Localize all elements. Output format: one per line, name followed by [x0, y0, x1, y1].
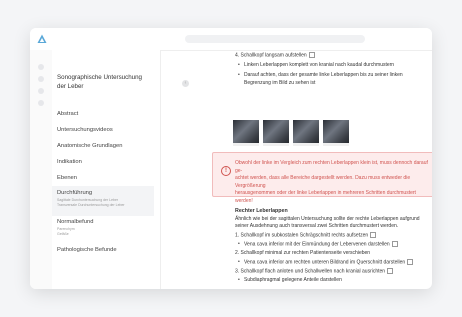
warning-box: ! Obwohl der linke im Vergleich zum rech…	[212, 152, 432, 204]
rail-dot-icon[interactable]	[38, 100, 44, 106]
image-icon[interactable]	[391, 241, 398, 247]
step-3-bullet: Subdiaphragmal gelegene Anteile darstell…	[238, 277, 342, 284]
step-4-bullet-cont: Begrenzung im Bild zu sehen ist	[244, 80, 316, 86]
warning-text: Obwohl der linke im Vergleich zum rechte…	[235, 160, 428, 204]
toc-item-indication[interactable]: Indikation	[57, 158, 157, 167]
ultrasound-thumbnail[interactable]	[233, 120, 259, 146]
step-4: 4. Schallkopf langsam aufstellen	[235, 52, 315, 59]
step-1: 1. Schallkopf im subkostalen Schrägschni…	[235, 232, 377, 239]
toc-item-normal[interactable]: Normalbefund Parenchym Gefäße	[57, 218, 157, 237]
toc-item-abstract[interactable]: Abstract	[57, 110, 157, 119]
ultrasound-thumbnail[interactable]	[263, 120, 289, 146]
toc-subitem[interactable]: Transversale Durchuntersuchung der Leber	[57, 203, 154, 208]
toc-item-procedure[interactable]: Durchführung Sagittale Durchuntersuchung…	[52, 186, 154, 216]
step-2-bullet: Vena cava inferior am rechten unteren Bi…	[238, 259, 414, 266]
toc-item-planes[interactable]: Ebenen	[57, 174, 157, 183]
step-4-bullet: Darauf achten, dass der gesamte linke Le…	[238, 72, 403, 79]
app-window: Sonographische Untersuchung der Leber Ab…	[30, 28, 432, 289]
image-icon[interactable]	[308, 52, 315, 58]
article-content: 4. Schallkopf langsam aufstellen Linken …	[160, 50, 432, 289]
toc-subitem[interactable]: Gefäße	[57, 232, 157, 237]
step-2: 2. Schallkopf minimal zur rechten Patien…	[235, 250, 371, 256]
image-icon[interactable]	[387, 268, 394, 274]
rail-dot-icon[interactable]	[38, 88, 44, 94]
toc-item-anatomy[interactable]: Anatomische Grundlagen	[57, 142, 157, 151]
rail-dot-icon[interactable]	[38, 76, 44, 82]
image-icon[interactable]	[407, 259, 414, 265]
table-of-contents: Sonographische Untersuchung der Leber Ab…	[52, 50, 161, 289]
section-heading: Rechter Leberlappen	[235, 208, 288, 214]
toc-title: Sonographische Untersuchung der Leber	[57, 74, 142, 90]
step-4-bullet: Linken Leberlappen komplett von kranial …	[238, 62, 394, 69]
ultrasound-thumbnail[interactable]	[323, 120, 349, 146]
image-icon[interactable]	[370, 232, 377, 238]
paragraph: seiner Ausdehnung auch transversal zwei …	[235, 223, 399, 229]
ultrasound-thumbnail[interactable]	[293, 120, 319, 146]
top-bar	[30, 28, 432, 51]
step-1-bullet: Vena cava inferior mit der Einmündung de…	[238, 241, 398, 248]
toc-item-pathology[interactable]: Pathologische Befunde	[57, 246, 157, 255]
paragraph: Ähnlich wie bei der sagittalen Untersuch…	[235, 216, 420, 222]
app-logo-icon[interactable]	[37, 34, 47, 44]
toc-item-videos[interactable]: Untersuchungsvideos	[57, 126, 157, 135]
alert-icon: !	[221, 166, 231, 176]
rail-dot-icon[interactable]	[38, 64, 44, 70]
left-rail	[30, 50, 52, 289]
address-bar[interactable]	[185, 35, 365, 43]
step-3: 3. Schallkopf flach anloten und Schallwe…	[235, 268, 394, 275]
image-thumbnails	[233, 120, 353, 146]
